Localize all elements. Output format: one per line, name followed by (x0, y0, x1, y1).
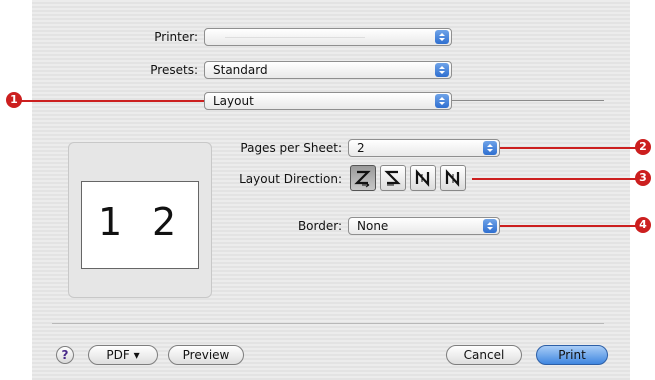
layout-preview-sheet: 1 2 (81, 181, 199, 269)
callout-line-3 (472, 178, 640, 180)
layout-direction-n-button[interactable] (440, 165, 466, 191)
preview-page-2: 2 (152, 200, 177, 244)
panel-separator (452, 100, 604, 101)
panel-popup[interactable]: Layout (204, 92, 452, 110)
border-value: None (357, 219, 389, 233)
pages-per-sheet-value: 2 (357, 141, 365, 155)
callout-badge-3: 3 (635, 170, 651, 186)
popup-arrows-icon (435, 30, 449, 44)
panel-value: Layout (213, 94, 254, 108)
popup-arrows-icon (435, 94, 449, 108)
border-label: Border: (297, 219, 342, 233)
callout-line-4 (500, 225, 640, 227)
border-popup[interactable]: None (348, 217, 500, 235)
popup-arrows-icon (483, 219, 497, 233)
printer-label: Printer: (154, 30, 198, 44)
presets-popup[interactable]: Standard (204, 61, 452, 79)
layout-direction-z-button[interactable] (350, 165, 376, 191)
pages-per-sheet-popup[interactable]: 2 (348, 139, 500, 157)
presets-value: Standard (213, 63, 268, 77)
callout-line-1 (14, 100, 204, 102)
printer-popup[interactable] (204, 28, 452, 46)
layout-direction-label: Layout Direction: (239, 172, 342, 186)
popup-arrows-icon (435, 63, 449, 77)
callout-badge-2: 2 (635, 139, 651, 155)
callout-badge-1: 1 (6, 92, 22, 108)
popup-arrows-icon (483, 141, 497, 155)
footer-separator (52, 323, 604, 324)
layout-preview-frame: 1 2 (68, 142, 212, 298)
preview-page-1: 1 (98, 200, 123, 244)
pages-per-sheet-label: Pages per Sheet: (240, 141, 342, 155)
pdf-button[interactable]: PDF ▾ (88, 345, 158, 365)
preview-button[interactable]: Preview (168, 345, 244, 365)
callout-badge-4: 4 (635, 217, 651, 233)
layout-direction-reverse-n-button[interactable] (410, 165, 436, 191)
callout-line-2 (500, 147, 640, 149)
layout-direction-s-button[interactable] (380, 165, 406, 191)
print-button[interactable]: Print (536, 345, 608, 365)
cancel-button[interactable]: Cancel (446, 345, 522, 365)
print-dialog: Printer: Presets: Standard Layout 1 2 Pa… (32, 0, 630, 380)
help-button[interactable]: ? (56, 346, 74, 364)
presets-label: Presets: (150, 63, 198, 77)
